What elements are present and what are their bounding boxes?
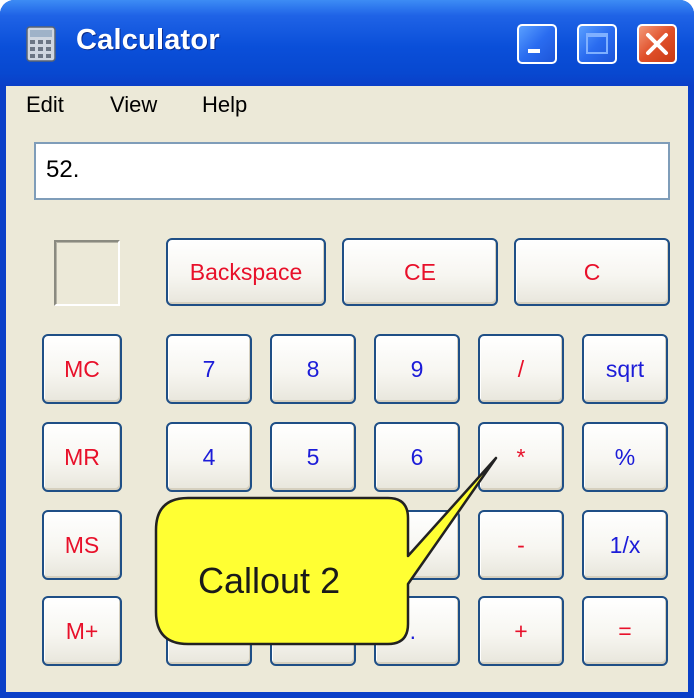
calculator-icon bbox=[26, 26, 56, 62]
memory-recall-button[interactable]: MR bbox=[42, 422, 122, 492]
digit-8-button[interactable]: 8 bbox=[270, 334, 356, 404]
plus-button[interactable]: + bbox=[478, 596, 564, 666]
digit-9-button[interactable]: 9 bbox=[374, 334, 460, 404]
title-bar[interactable]: Calculator bbox=[0, 0, 694, 86]
maximize-icon bbox=[586, 33, 608, 54]
menu-edit[interactable]: Edit bbox=[26, 92, 64, 118]
menu-bar: Edit View Help bbox=[6, 86, 688, 130]
sqrt-button[interactable]: sqrt bbox=[582, 334, 668, 404]
clear-button[interactable]: C bbox=[514, 238, 670, 306]
memory-indicator bbox=[54, 240, 120, 306]
divide-button[interactable]: / bbox=[478, 334, 564, 404]
close-button[interactable] bbox=[637, 24, 677, 64]
equals-button[interactable]: = bbox=[582, 596, 668, 666]
digit-6-button[interactable]: 6 bbox=[374, 422, 460, 492]
digit-2-button[interactable] bbox=[270, 510, 356, 580]
digit-0-button[interactable] bbox=[166, 596, 252, 666]
maximize-button[interactable] bbox=[577, 24, 617, 64]
close-icon bbox=[646, 33, 668, 55]
backspace-button[interactable]: Backspace bbox=[166, 238, 326, 306]
multiply-button[interactable]: * bbox=[478, 422, 564, 492]
digit-3-button[interactable] bbox=[374, 510, 460, 580]
clear-entry-button[interactable]: CE bbox=[342, 238, 498, 306]
memory-clear-button[interactable]: MC bbox=[42, 334, 122, 404]
percent-button[interactable]: % bbox=[582, 422, 668, 492]
decimal-button[interactable]: . bbox=[374, 596, 460, 666]
result-display[interactable]: 52. bbox=[34, 142, 670, 200]
menu-view[interactable]: View bbox=[110, 92, 157, 118]
calculator-client-area: Edit View Help 52. Backspace CE C MC 7 8… bbox=[6, 86, 688, 692]
minus-button[interactable]: - bbox=[478, 510, 564, 580]
calculator-window: Calculator Edit View Help 52. Backspace … bbox=[0, 0, 694, 698]
menu-help[interactable]: Help bbox=[202, 92, 247, 118]
memory-store-button[interactable]: MS bbox=[42, 510, 122, 580]
digit-1-button[interactable] bbox=[166, 510, 252, 580]
memory-add-button[interactable]: M+ bbox=[42, 596, 122, 666]
minimize-icon bbox=[528, 49, 540, 53]
display-value: 52. bbox=[46, 156, 80, 183]
digit-4-button[interactable]: 4 bbox=[166, 422, 252, 492]
reciprocal-button[interactable]: 1/x bbox=[582, 510, 668, 580]
sign-toggle-button[interactable] bbox=[270, 596, 356, 666]
digit-5-button[interactable]: 5 bbox=[270, 422, 356, 492]
window-title: Calculator bbox=[76, 24, 220, 56]
minimize-button[interactable] bbox=[517, 24, 557, 64]
memory-store-label: MS bbox=[64, 531, 100, 558]
digit-7-button[interactable]: 7 bbox=[166, 334, 252, 404]
